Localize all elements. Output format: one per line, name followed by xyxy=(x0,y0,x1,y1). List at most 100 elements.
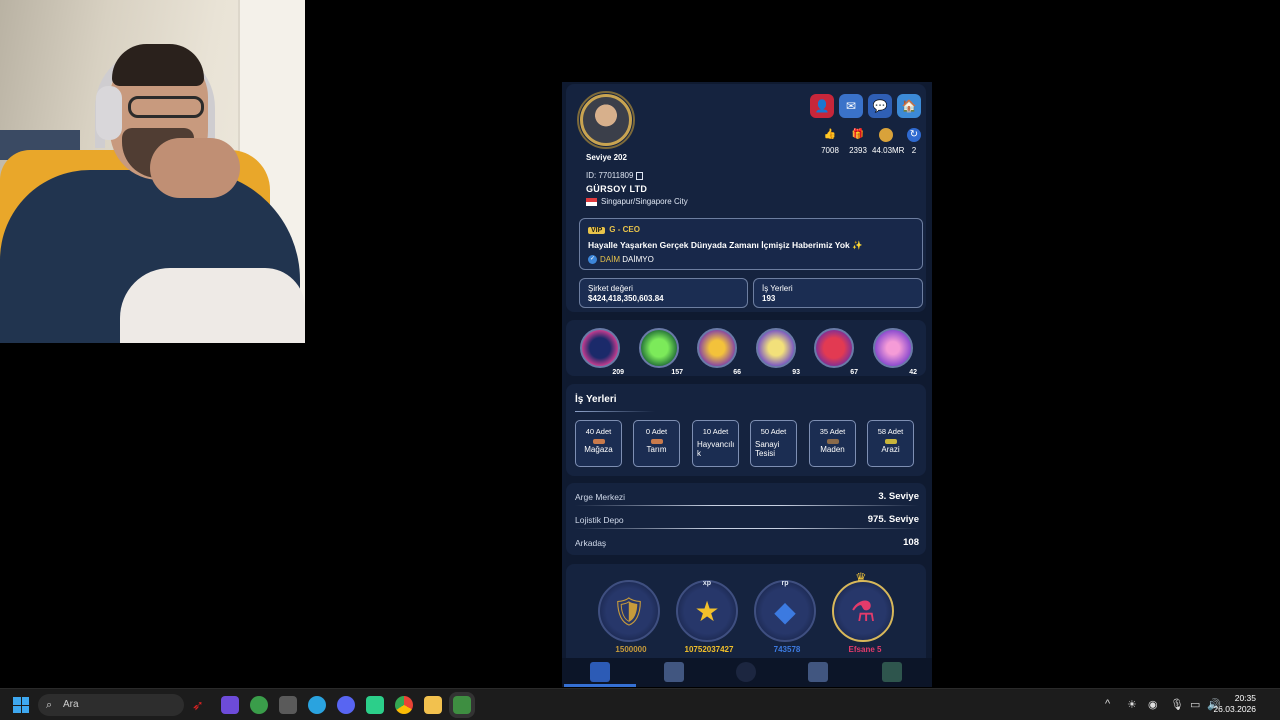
motto-box: VIP G - CEO Hayalle Yaşarken Gerçek Dünya… xyxy=(579,218,923,270)
nav-buildings-icon[interactable] xyxy=(664,662,684,682)
file-explorer-icon[interactable] xyxy=(424,696,442,714)
inventory-item-count: 66 xyxy=(733,369,741,376)
location-text: Singapur/Singapore City xyxy=(601,197,688,206)
headset-earcup xyxy=(96,86,122,140)
clock-time: 20:35 xyxy=(1234,693,1256,703)
inventory-item-count: 209 xyxy=(612,369,624,376)
inventory-item-5[interactable]: 67 xyxy=(814,328,858,376)
player-avatar[interactable] xyxy=(577,91,635,149)
network-icon[interactable]: ▭ xyxy=(1190,698,1200,711)
verified-icon: ✓ xyxy=(588,255,597,265)
inventory-item-count: 67 xyxy=(850,369,858,376)
person-hand xyxy=(150,138,240,198)
inventory-item-6[interactable]: 42 xyxy=(873,328,917,376)
workplace-label: Sanayi Tesisi xyxy=(755,440,780,458)
workplace-label: Hayvancılı k xyxy=(697,440,735,458)
windows-start-icon[interactable] xyxy=(13,697,29,713)
chrome-icon[interactable] xyxy=(395,696,413,714)
company-value: $424,418,350,603.84 xyxy=(588,294,664,303)
workplace-livestock[interactable]: 10 Adet Hayvancılı k xyxy=(692,420,739,467)
inventory-row: 209 157 66 93 67 42 xyxy=(566,320,926,376)
stat-refresh-value: 2 xyxy=(911,146,917,155)
workplace-count: 35 Adet xyxy=(819,427,846,436)
player-id: ID: 77011809 xyxy=(586,171,644,180)
inventory-item-1[interactable]: 209 xyxy=(580,328,624,376)
workplace-farm[interactable]: 0 Adet Tarım xyxy=(633,420,680,467)
nav-city-icon[interactable] xyxy=(808,662,828,682)
chevron-up-icon[interactable]: ^ xyxy=(1105,698,1110,710)
nav-bank-icon[interactable] xyxy=(882,662,902,682)
rp-badge[interactable]: rp ◆ 743578 xyxy=(754,580,816,654)
thumbs-up-icon: 👍 xyxy=(823,129,837,140)
workplace-count: 40 Adet xyxy=(585,427,612,436)
daim-text: DAİMYO xyxy=(622,255,654,264)
chat-block-button[interactable]: 💬 xyxy=(868,94,892,118)
telegram-icon[interactable] xyxy=(308,696,326,714)
inventory-item-4[interactable]: 93 xyxy=(756,328,800,376)
rank-badge[interactable]: ⚗ Efsane 5 xyxy=(832,580,894,654)
facility-friends[interactable]: Arkadaş 108 xyxy=(575,537,919,548)
stat-gifts: 🎁 2393 xyxy=(844,128,872,155)
system-clock[interactable]: 20:35 26.03.2026 xyxy=(1213,693,1256,715)
workplace-count: 10 Adet xyxy=(702,427,729,436)
pillow xyxy=(120,268,305,343)
search-placeholder: Ara xyxy=(63,699,79,710)
person-hair xyxy=(112,44,204,86)
nav-home-icon[interactable] xyxy=(590,662,610,682)
player-id-text: ID: 77011809 xyxy=(586,171,634,180)
diamond-icon: ◆ xyxy=(774,595,796,627)
app-icon[interactable] xyxy=(221,696,239,714)
facility-label: Arkadaş xyxy=(575,538,607,548)
inventory-item-3[interactable]: 66 xyxy=(697,328,741,376)
facility-label: Lojistik Depo xyxy=(575,515,624,525)
glasses xyxy=(128,96,204,118)
steam-icon[interactable]: ◉ xyxy=(1148,698,1158,711)
motto-text: Hayalle Yaşarken Gerçek Dünyada Zamanı İ… xyxy=(588,240,863,250)
calculator-icon[interactable] xyxy=(279,696,297,714)
facility-value: 975. Seviye xyxy=(867,514,919,525)
daim-row: ✓ DAİM DAİMYO xyxy=(588,255,654,265)
wings-badge[interactable]: 🛡 1500000 xyxy=(598,580,660,654)
copy-icon[interactable] xyxy=(636,171,644,180)
divider xyxy=(575,505,919,506)
workplace-land[interactable]: 58 Adet Arazi xyxy=(867,420,914,467)
clock-date: 26.03.2026 xyxy=(1213,704,1256,714)
workplace-count: 58 Adet xyxy=(877,427,904,436)
remove-friend-button[interactable]: 👤 xyxy=(810,94,834,118)
facility-rd-center[interactable]: Arge Merkezi 3. Seviye xyxy=(575,491,919,506)
workplaces-section: İş Yerleri 40 Adet Mağaza 0 Adet Tarım 1… xyxy=(566,384,926,476)
workplace-industry[interactable]: 50 Adet Sanayi Tesisi xyxy=(750,420,797,467)
facility-logistics-depot[interactable]: Lojistik Depo 975. Seviye xyxy=(575,514,919,529)
inventory-item-2[interactable]: 157 xyxy=(639,328,683,376)
webcam-overlay xyxy=(0,0,305,343)
workplaces-count-box[interactable]: İş Yerleri 193 xyxy=(753,278,923,308)
trade-button[interactable]: 🏠 xyxy=(897,94,921,118)
farm-icon xyxy=(650,439,663,444)
xp-badge[interactable]: xp ★ 10752037427 xyxy=(676,580,738,654)
nav-active-indicator xyxy=(564,684,636,687)
brightness-icon[interactable]: ☀ xyxy=(1127,698,1137,711)
vip-title-text: G - CEO xyxy=(609,225,640,234)
bluestacks-icon[interactable] xyxy=(453,696,471,714)
profile-stats: 👍 7008 🎁 2393 44.03MR ↻ 2 xyxy=(816,128,928,155)
inventory-item-count: 157 xyxy=(671,369,683,376)
nav-center-icon[interactable] xyxy=(736,662,756,682)
microphone-icon[interactable]: 🎙 xyxy=(1170,698,1184,711)
stat-likes-value: 7008 xyxy=(821,146,839,155)
taskbar-search[interactable]: ⌕ Ara xyxy=(38,694,184,716)
game-launcher-icon[interactable]: ➶ xyxy=(192,696,210,714)
facility-value: 108 xyxy=(903,537,919,548)
vip-badge: VIP xyxy=(588,227,606,234)
workplace-mine[interactable]: 35 Adet Maden xyxy=(809,420,856,467)
message-button[interactable]: ✉ xyxy=(839,94,863,118)
player-level: Seviye 202 xyxy=(586,153,627,162)
workplace-store[interactable]: 40 Adet Mağaza xyxy=(575,420,622,467)
xbox-icon[interactable] xyxy=(250,696,268,714)
discord-icon[interactable] xyxy=(337,696,355,714)
workplace-label: Maden xyxy=(820,445,845,454)
inventory-item-count: 93 xyxy=(792,369,800,376)
title-underline xyxy=(575,411,655,412)
game-bottom-nav xyxy=(562,658,932,687)
refresh-icon: ↻ xyxy=(907,128,921,142)
whatsapp-icon[interactable] xyxy=(366,696,384,714)
